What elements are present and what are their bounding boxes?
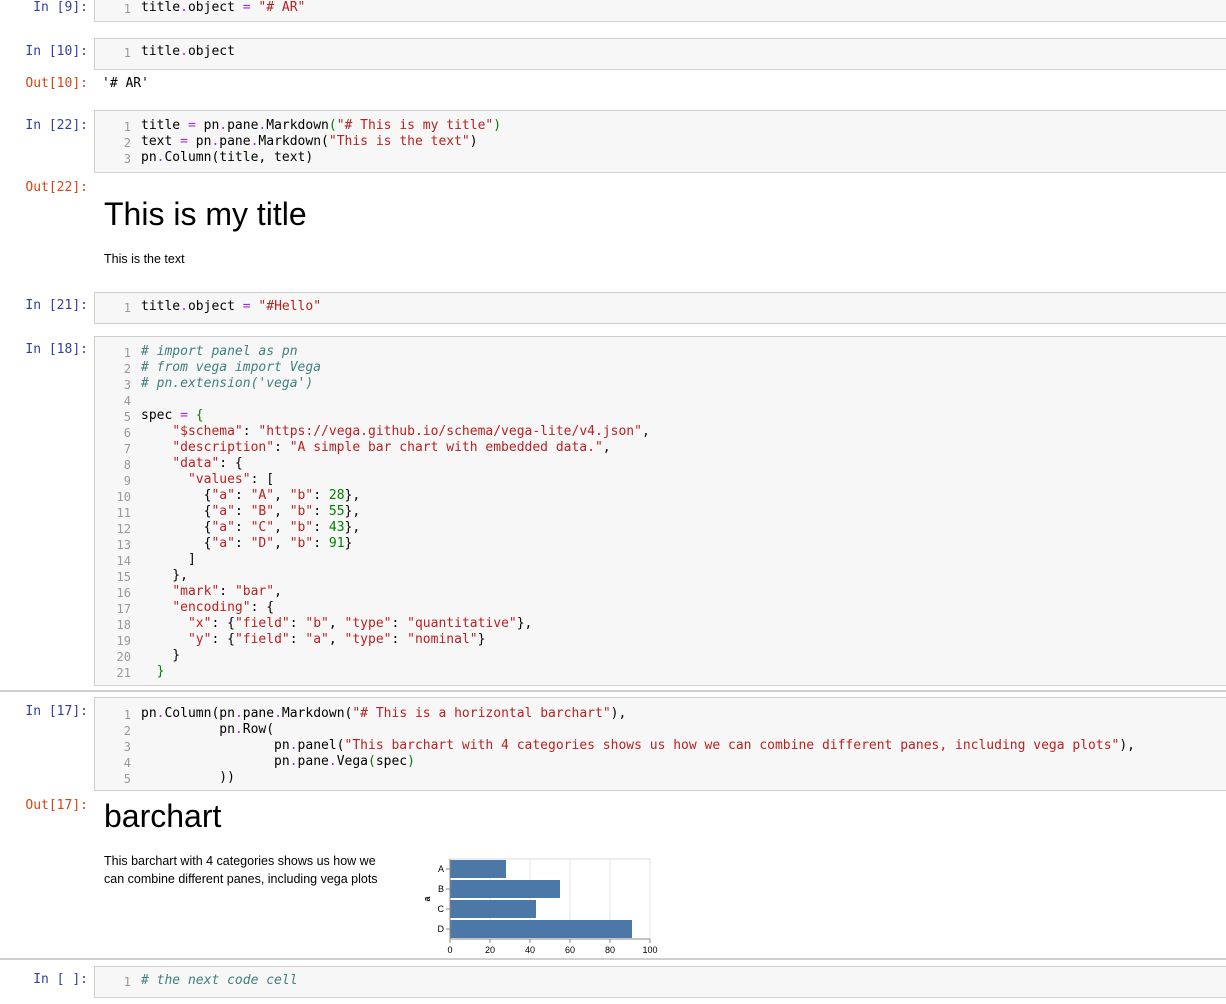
y-axis-title: a [422, 896, 432, 902]
bar [450, 900, 536, 918]
input-prompt: In [21]: [25, 298, 88, 313]
input-prompt: In [ ]: [33, 972, 88, 987]
input-prompt: In [17]: [25, 704, 88, 719]
x-tick-label: 20 [485, 945, 495, 955]
markdown-text: This barchart with 4 categories shows us… [104, 852, 378, 888]
cell-divider [0, 690, 1226, 692]
line-numbers: 123 [123, 120, 131, 166]
output-prompt: Out[22]: [25, 180, 88, 195]
x-tick-label: 60 [565, 945, 575, 955]
y-tick-label: D [438, 924, 445, 934]
code-cell[interactable]: 1 # the next code cell [94, 966, 1226, 998]
bar [450, 920, 632, 938]
line-numbers: 1 [123, 2, 131, 16]
x-tick-label: 40 [525, 945, 535, 955]
code-editor[interactable]: pn.Column(pn.pane.Markdown("# This is a … [141, 706, 1135, 786]
code-editor[interactable]: title.object = "#Hello" [141, 299, 321, 315]
input-prompt: In [10]: [25, 44, 88, 59]
code-editor[interactable]: # import panel as pn # from vega import V… [141, 344, 650, 680]
bar [450, 860, 506, 878]
cell-divider [0, 958, 1226, 960]
code-editor[interactable]: # the next code cell [141, 973, 298, 989]
x-tick-label: 100 [642, 945, 657, 955]
code-cell[interactable]: 12345 pn.Column(pn.pane.Markdown("# This… [94, 697, 1226, 791]
line-numbers: 1 2 3 4 5 6 7 8 9 10 11 12 13 14 15 16 17 18 19 20 21 [116, 346, 131, 680]
line-numbers: 1 [123, 975, 131, 989]
input-prompt: In [9]: [33, 0, 88, 15]
code-cell[interactable]: 1 title.object = "# AR" [94, 0, 1226, 22]
input-prompt: In [18]: [25, 342, 88, 357]
markdown-text-line: This barchart with 4 categories shows us… [104, 854, 376, 868]
x-tick-label: 80 [605, 945, 615, 955]
output-prompt: Out[17]: [25, 798, 88, 813]
markdown-title: barchart [104, 798, 222, 834]
line-numbers: 1 [123, 46, 131, 60]
markdown-title: This is my title [104, 196, 307, 232]
y-tick-label: C [438, 904, 445, 914]
output-prompt: Out[10]: [25, 76, 88, 91]
bar [450, 880, 560, 898]
code-editor[interactable]: title = pn.pane.Markdown("# This is my t… [141, 118, 501, 166]
output-text: '# AR' [102, 76, 149, 91]
code-cell[interactable]: 1 title.object [94, 38, 1226, 70]
code-cell[interactable]: 123 title = pn.pane.Markdown("# This is … [94, 110, 1226, 173]
markdown-text: This is the text [104, 252, 185, 266]
code-cell[interactable]: 1 title.object = "#Hello" [94, 292, 1226, 324]
y-tick-label: A [438, 864, 444, 874]
code-editor[interactable]: title.object [141, 44, 235, 60]
vega-bar-chart: 0 20 40 60 80 100 ABCDa [422, 858, 658, 955]
code-cell[interactable]: 1 2 3 4 5 6 7 8 9 10 11 12 13 14 15 16 17 18 19 20 21 # impo… [94, 336, 1226, 686]
y-tick-label: B [438, 884, 444, 894]
markdown-text-line: can combine different panes, including v… [104, 872, 378, 886]
x-tick-label: 0 [447, 945, 452, 955]
code-editor[interactable]: title.object = "# AR" [141, 0, 305, 16]
line-numbers: 12345 [123, 708, 131, 786]
line-numbers: 1 [123, 301, 131, 315]
input-prompt: In [22]: [25, 118, 88, 133]
